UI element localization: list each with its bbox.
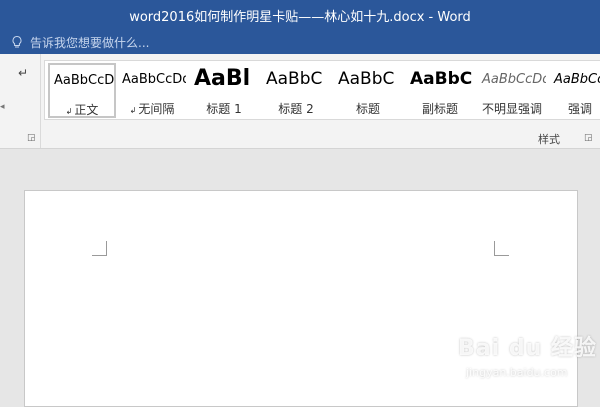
- styles-gallery: AaBbCcDd ↲ 正文 AaBbCcDd ↲ 无间隔 AaBl 标题 1 AaB…: [44, 60, 600, 120]
- style-sample: AaBbCcDd: [482, 72, 546, 87]
- style-sample: AaBbC: [338, 69, 395, 89]
- style-name: 标题: [355, 102, 380, 116]
- style-tile-heading-1[interactable]: AaBl 标题 1: [190, 64, 258, 117]
- paragraph-dialog-launcher-icon[interactable]: ◲: [27, 133, 36, 143]
- style-tile-title[interactable]: AaBbC 标题: [334, 64, 402, 117]
- style-tile-subtitle[interactable]: AaBbC 副标题: [406, 64, 474, 117]
- tell-me-bar[interactable]: 告诉我您想要做什么...: [0, 30, 600, 54]
- styles-group-label: 样式: [538, 133, 560, 146]
- style-name: 标题 1: [206, 102, 242, 116]
- style-sample: AaBbCcDd: [122, 72, 186, 87]
- tell-me-input[interactable]: 告诉我您想要做什么...: [30, 34, 149, 51]
- group-tick-icon: ◂: [0, 102, 5, 112]
- baidu-jingyan-watermark: Bai du 经验 jingyan.baidu.com: [448, 318, 598, 398]
- style-name: 标题 2: [278, 102, 314, 116]
- styles-dialog-launcher-icon[interactable]: ◲: [584, 133, 593, 143]
- paragraph-group: ↵ ◂ ◲: [0, 54, 41, 148]
- show-hide-marks-button[interactable]: ↵: [18, 66, 28, 80]
- style-tile-subtle-emphasis[interactable]: AaBbCcDd 不明显强调: [478, 64, 546, 117]
- style-name: 副标题: [421, 102, 458, 116]
- style-name: 强调: [567, 102, 592, 116]
- style-sample: AaBbCcD: [554, 72, 600, 87]
- style-name: ↲ 无间隔: [129, 102, 175, 116]
- style-tile-heading-2[interactable]: AaBbC 标题 2: [262, 64, 330, 117]
- window-title: word2016如何制作明星卡贴——林心如十九.docx - Word: [129, 9, 471, 25]
- ribbon: ↵ ◂ ◲ AaBbCcDd ↲ 正文 AaBbCcDd ↲ 无间隔 AaBl 标题…: [0, 54, 600, 149]
- watermark-logo: Bai du 经验: [458, 336, 597, 361]
- style-sample: AaBbCcDd: [54, 73, 116, 88]
- watermark-url: jingyan.baidu.com: [466, 366, 568, 379]
- style-name: ↲ 正文: [65, 103, 99, 117]
- style-sample: AaBbC: [410, 69, 473, 89]
- style-tile-no-spacing[interactable]: AaBbCcDd ↲ 无间隔: [118, 64, 186, 117]
- lightbulb-icon: [10, 35, 24, 49]
- style-name: 不明显强调: [481, 102, 542, 116]
- margin-corner-mark: [494, 241, 509, 256]
- style-sample: AaBbC: [266, 69, 323, 89]
- style-sample: AaBl: [194, 66, 251, 91]
- style-tile-normal[interactable]: AaBbCcDd ↲ 正文: [48, 63, 116, 118]
- title-bar: word2016如何制作明星卡贴——林心如十九.docx - Word: [0, 0, 600, 30]
- style-tile-emphasis[interactable]: AaBbCcD 强调: [550, 64, 600, 117]
- margin-corner-mark: [92, 241, 107, 256]
